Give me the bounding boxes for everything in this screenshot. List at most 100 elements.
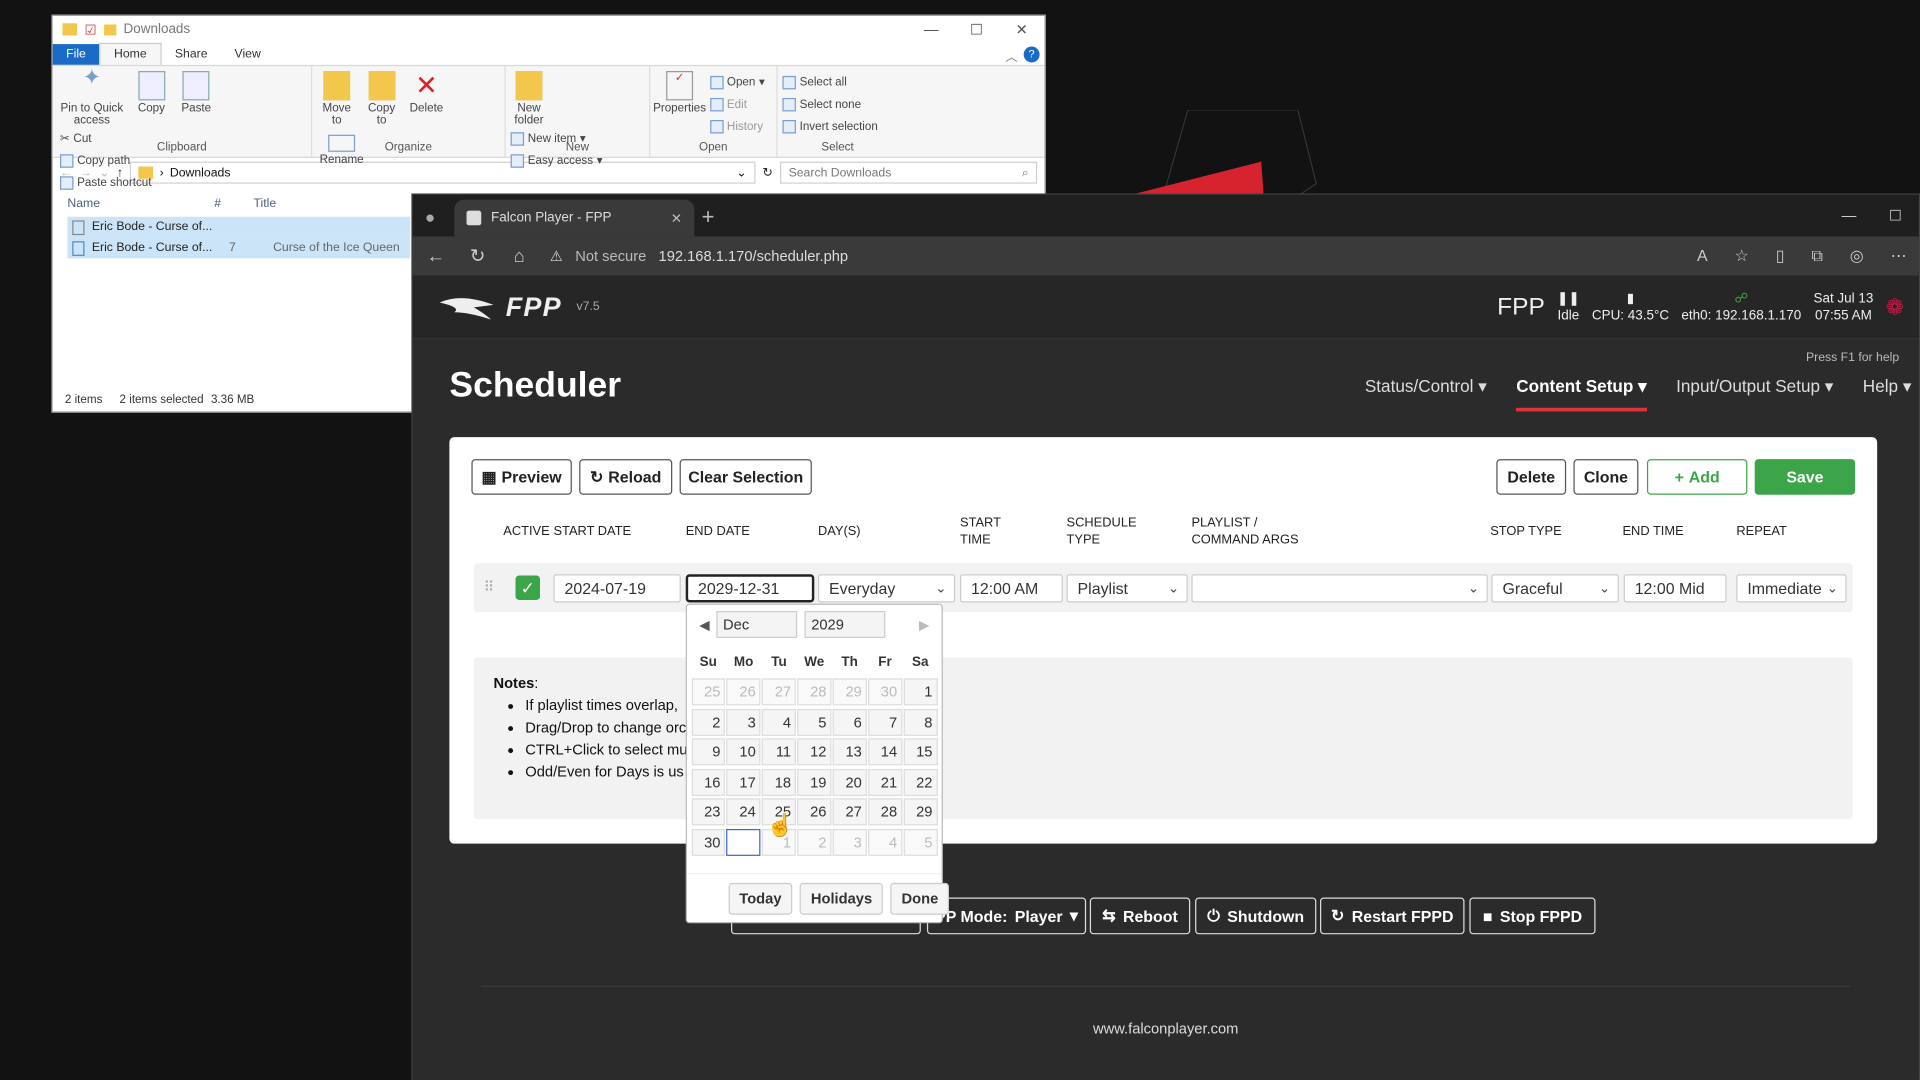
calendar-day[interactable]: 10 [726,738,761,766]
address-input[interactable]: ⚠ Not secure 192.168.1.170/scheduler.php [550,247,848,264]
schedule-type-select[interactable]: Playlist ⌄ [1066,574,1188,603]
save-button[interactable]: Save [1754,459,1856,495]
select-none-button[interactable]: Select none [782,93,892,115]
calendar-day[interactable]: 3 [726,708,761,736]
calendar-day[interactable]: 5 [903,828,938,856]
shutdown-button[interactable]: ⏻ Shutdown [1195,897,1317,935]
add-button[interactable]: + Add [1646,459,1748,495]
tab-share[interactable]: Share [161,44,221,65]
breadcrumb-downloads[interactable]: Downloads [170,166,231,179]
playlist-select[interactable]: ⌄ [1191,574,1488,603]
calendar-day[interactable]: 2 [797,828,832,856]
calendar-day[interactable]: 30 [691,828,726,856]
move-to-button[interactable]: Move to [317,71,356,127]
done-button[interactable]: Done [890,882,950,915]
calendar-day[interactable] [726,828,761,856]
calendar-day[interactable]: 4 [867,828,903,856]
delete-button[interactable]: ✕ Delete [407,70,446,115]
calendar-day[interactable]: 11 [761,738,797,766]
prev-month-icon[interactable]: ◀ [699,617,709,633]
tab-view[interactable]: View [221,44,274,65]
drag-handle-icon[interactable]: ⠿ [484,578,495,595]
footer-link[interactable]: www.falconplayer.com [413,1020,1919,1037]
calendar-day[interactable]: 28 [867,798,903,826]
open-button[interactable]: Open ▾ [709,71,765,93]
edit-button[interactable]: Edit [709,93,765,115]
today-button[interactable]: Today [728,882,793,915]
history-button[interactable]: History [709,115,765,137]
calendar-day[interactable]: 7 [867,708,903,736]
calendar-day[interactable]: 5 [797,708,832,736]
column-number[interactable]: # [214,197,253,210]
calendar-day[interactable]: 23 [691,798,726,826]
select-all-button[interactable]: Select all [782,71,892,93]
nav-help[interactable]: Help ▾ [1863,376,1912,412]
minimize-button[interactable]: — [909,16,954,43]
home-icon[interactable]: ⌂ [508,246,530,267]
calendar-day[interactable]: 25 [691,678,726,706]
calendar-day[interactable]: 3 [832,828,867,856]
invert-selection-button[interactable]: Invert selection [782,115,892,137]
copy-button[interactable]: Copy [132,71,171,115]
read-aloud-icon[interactable]: A [1697,246,1708,266]
calendar-day[interactable]: 20 [832,768,867,796]
calendar-day[interactable]: 6 [832,708,867,736]
search-input[interactable]: Search Downloads ⌕ [780,161,1038,184]
calendar-day[interactable]: 29 [832,678,867,706]
next-month-icon[interactable]: ▶ [919,617,929,633]
list-item[interactable]: Eric Bode - Curse of... 7 Curse of the I… [67,237,411,259]
calendar-day[interactable]: 16 [691,768,726,796]
refresh-icon[interactable]: ↻ [467,245,489,267]
address-bar[interactable]: › Downloads ⌄ [130,161,756,184]
restart-fppd-button[interactable]: ↻ Restart FPPD [1320,897,1465,935]
calendar-day[interactable]: 8 [903,708,938,736]
calendar-day[interactable]: 22 [903,768,938,796]
days-select[interactable]: Everyday ⌄ [817,574,956,603]
column-title[interactable]: Title [253,197,276,210]
clone-button[interactable]: Clone [1573,459,1639,495]
calendar-day[interactable]: 26 [726,678,761,706]
paste-shortcut-button[interactable]: Paste shortcut [60,171,152,193]
calendar-day[interactable]: 26 [797,798,832,826]
stop-type-select[interactable]: Graceful ⌄ [1491,574,1619,603]
end-time-field[interactable]: 12:00 Mid [1623,574,1727,603]
calendar-day[interactable]: 17 [726,768,761,796]
properties-button[interactable]: ✓ Properties [653,71,706,115]
repeat-select[interactable]: Immediate ⌄ [1736,574,1847,603]
paste-button[interactable]: Paste [177,71,216,115]
nav-input-output-setup[interactable]: Input/Output Setup ▾ [1676,376,1833,412]
back-icon[interactable]: ← [425,246,447,267]
nav-status-control[interactable]: Status/Control ▾ [1365,376,1487,412]
collapse-ribbon-icon[interactable]: ︿ [1005,47,1017,64]
calendar-day[interactable]: 24 [726,798,761,826]
maximize-button[interactable]: ☐ [954,16,999,43]
calendar-day[interactable]: 9 [691,738,726,766]
reboot-button[interactable]: ⇆ Reboot [1089,897,1191,935]
favorite-star-icon[interactable]: ☆ [1735,246,1749,266]
start-time-field[interactable]: 12:00 AM [960,574,1063,603]
preview-button[interactable]: ▦ Preview [471,459,572,495]
calendar-day[interactable]: 2 [691,708,726,736]
month-select[interactable]: Dec [716,611,798,638]
folder-quick-icon[interactable] [103,23,117,35]
nav-content-setup[interactable]: Content Setup ▾ [1516,376,1647,412]
calendar-day[interactable]: 30 [867,678,903,706]
calendar-day[interactable]: 29 [903,798,938,826]
calendar-day[interactable]: 28 [797,678,832,706]
calendar-day[interactable]: 19 [797,768,832,796]
split-screen-icon[interactable]: ▯ [1776,246,1785,266]
tab-file[interactable]: File [52,44,100,65]
holidays-button[interactable]: Holidays [799,882,884,915]
calendar-day[interactable]: 12 [797,738,832,766]
calendar-day[interactable]: 15 [903,738,938,766]
tab-home[interactable]: Home [99,42,162,65]
calendar-day[interactable]: 4 [761,708,797,736]
list-item[interactable]: Eric Bode - Curse of... [67,216,411,238]
more-menu-icon[interactable]: ⋯ [1891,246,1907,266]
year-select[interactable]: 2029 [805,611,886,638]
address-dropdown-icon[interactable]: ⌄ [736,166,746,179]
clear-selection-button[interactable]: Clear Selection [679,459,812,495]
reload-button[interactable]: ↻ Reload [579,459,673,495]
stop-fppd-button[interactable]: ■ Stop FPPD [1469,897,1596,935]
start-date-field[interactable]: 2024-07-19 [553,574,681,603]
